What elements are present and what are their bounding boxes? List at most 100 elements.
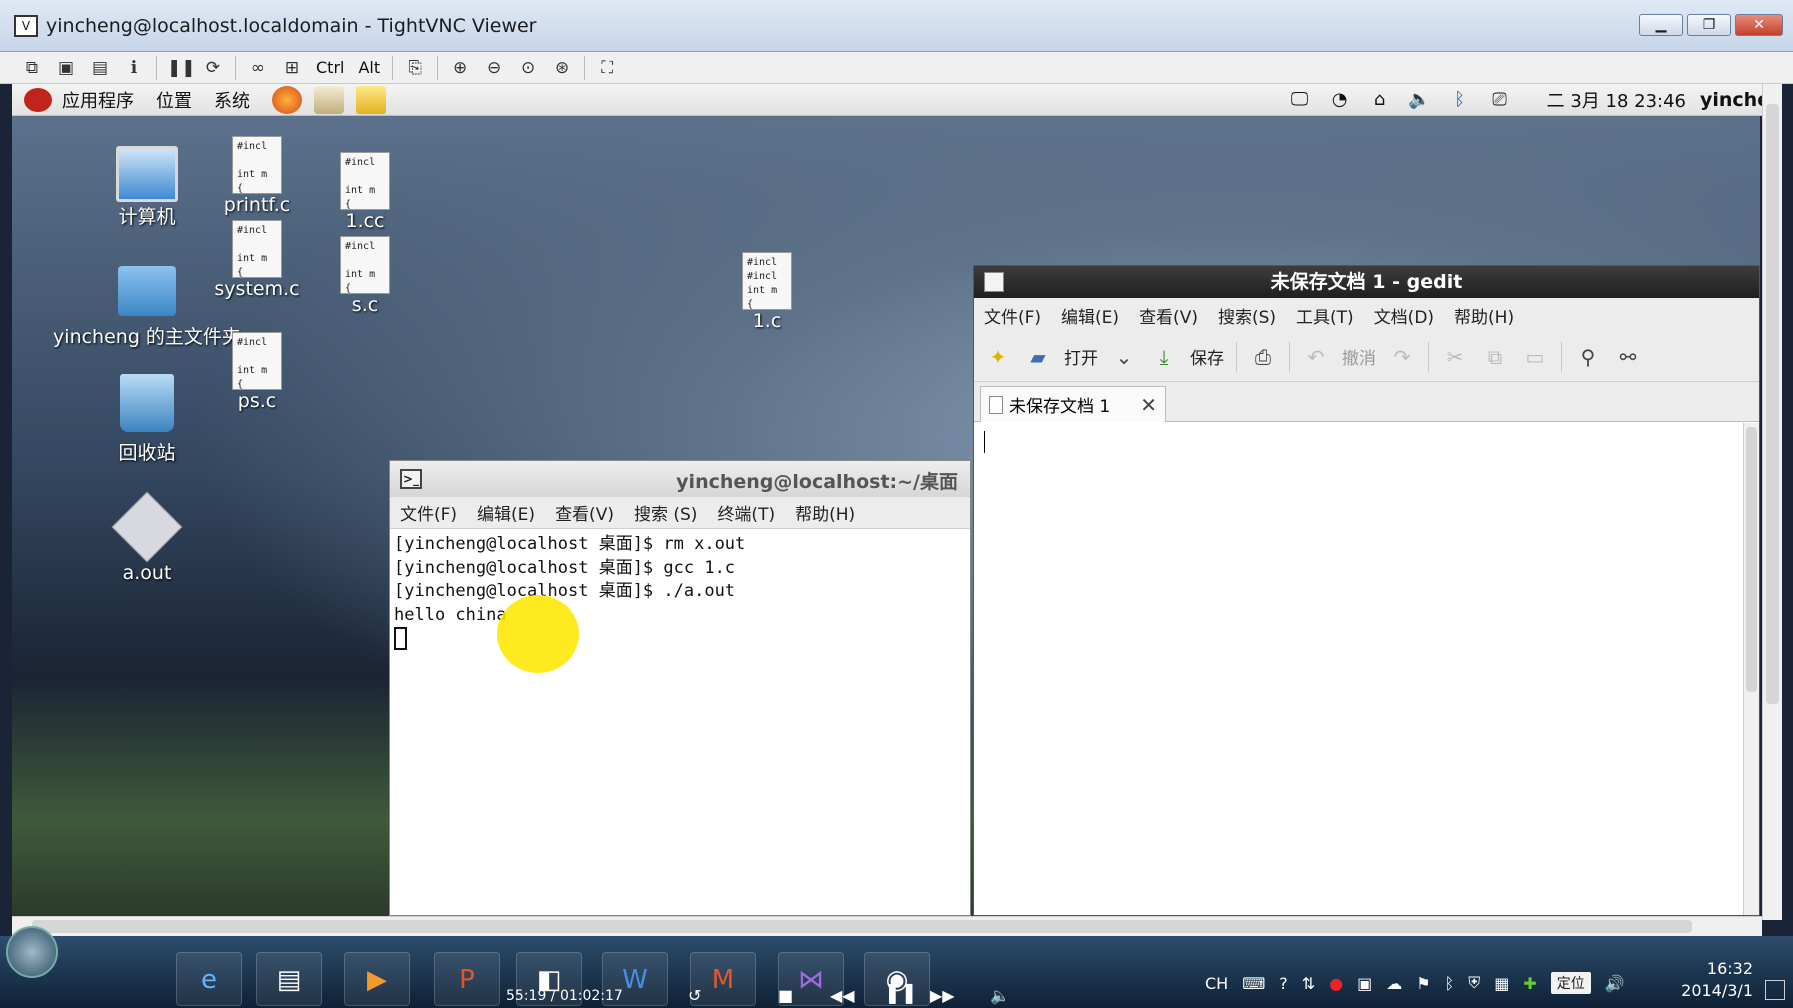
maximize-button[interactable]: ❐: [1687, 14, 1731, 36]
monitor-icon[interactable]: 🖵: [1287, 88, 1313, 112]
terminal-menu-help[interactable]: 帮助(H): [795, 500, 855, 525]
gedit-menu-help[interactable]: 帮助(H): [1454, 303, 1514, 328]
cut-icon[interactable]: ✂: [1441, 343, 1469, 371]
open-button[interactable]: 打开: [1064, 344, 1098, 369]
terminal-menu-search[interactable]: 搜索 (S): [634, 500, 697, 525]
gedit-menu-edit[interactable]: 编辑(E): [1061, 303, 1119, 328]
stop-icon[interactable]: ■: [778, 986, 793, 1005]
gedit-title-bar[interactable]: 未保存文档 1 - gedit: [974, 266, 1759, 298]
vm-icon[interactable]: ▦: [1494, 974, 1509, 993]
speaker-icon[interactable]: 🔊: [1605, 974, 1625, 993]
help-icon[interactable]: ?: [1279, 974, 1288, 993]
start-button[interactable]: [6, 926, 58, 978]
undo-button[interactable]: 撤消: [1342, 344, 1376, 369]
save-icon[interactable]: ▣: [54, 56, 78, 80]
shield-icon[interactable]: ⛨: [1468, 973, 1480, 993]
pause-icon[interactable]: ❚❚: [884, 980, 918, 1004]
notes-icon[interactable]: [356, 85, 386, 114]
desktop-icon-1cc[interactable]: #incl int m { 1.cc: [310, 152, 420, 232]
gedit-menu-documents[interactable]: 文档(D): [1374, 303, 1434, 328]
desktop-icon-aout[interactable]: a.out: [92, 491, 202, 584]
chevron-down-icon[interactable]: ⌄: [1110, 343, 1138, 371]
clipboard-icon[interactable]: ⎘: [403, 56, 427, 80]
cloud-icon[interactable]: ☁: [1386, 974, 1402, 993]
mail-icon[interactable]: [314, 85, 344, 114]
media-player-icon[interactable]: ▶: [344, 952, 410, 1006]
gedit-menu-tools[interactable]: 工具(T): [1296, 303, 1354, 328]
zoom-in-icon[interactable]: ⊕: [448, 56, 472, 80]
fast-forward-icon[interactable]: ▶▶: [930, 986, 955, 1005]
power-icon[interactable]: ◔: [1327, 88, 1353, 112]
terminal-output[interactable]: [yincheng@localhost 桌面]$ rm x.out [yinche…: [390, 529, 970, 655]
gedit-menu-file[interactable]: 文件(F): [984, 303, 1041, 328]
taskbar-clock[interactable]: 16:32 2014/3/1: [1653, 958, 1753, 1002]
save-icon[interactable]: ⤓: [1150, 343, 1178, 371]
vnc-vertical-scrollbar[interactable]: [1762, 84, 1782, 920]
scrollbar-thumb[interactable]: [1746, 427, 1757, 692]
desktop-icon-ps[interactable]: #incl int m { ps.c: [202, 332, 312, 412]
scrollbar-thumb[interactable]: [32, 920, 1692, 933]
terminal-menu-edit[interactable]: 编辑(E): [477, 500, 535, 525]
desktop-icon-sc[interactable]: #incl int m { s.c: [310, 236, 420, 316]
location-button[interactable]: 定位: [1550, 972, 1591, 994]
system-menu[interactable]: 系统: [214, 87, 250, 113]
terminal-menu-file[interactable]: 文件(F): [400, 500, 457, 525]
desktop-icon-1c[interactable]: #incl #incl int m { 1.c: [712, 252, 822, 332]
explorer-icon[interactable]: ▤: [256, 952, 322, 1006]
minimize-button[interactable]: ▁: [1639, 14, 1683, 36]
close-tab-icon[interactable]: ✕: [1140, 393, 1157, 417]
ctrl-key-button[interactable]: Ctrl: [314, 58, 346, 77]
info-icon[interactable]: ℹ: [122, 56, 146, 80]
ime-indicator[interactable]: CH: [1205, 974, 1228, 993]
open-folder-icon[interactable]: ▰: [1024, 343, 1052, 371]
bluetooth-icon[interactable]: ᛒ: [1447, 88, 1473, 112]
terminal-title-bar[interactable]: >_ yincheng@localhost:~/桌面: [390, 461, 970, 497]
terminal-menu-view[interactable]: 查看(V): [555, 500, 614, 525]
scrollbar-thumb[interactable]: [1766, 104, 1779, 704]
desktop-icon-printf[interactable]: #incl int m { printf.c: [202, 136, 312, 216]
tab-unsaved-document[interactable]: 未保存文档 1 ✕: [980, 386, 1166, 422]
panel-clock[interactable]: 二 3月 18 23:46: [1547, 87, 1686, 113]
new-document-icon[interactable]: ✦: [984, 343, 1012, 371]
options-icon[interactable]: ▤: [88, 56, 112, 80]
network-icon[interactable]: ⌂: [1367, 88, 1393, 112]
record-icon[interactable]: ●: [1329, 974, 1343, 993]
gedit-text-area[interactable]: [974, 423, 1743, 915]
keyboard-icon[interactable]: ⌨: [1242, 974, 1265, 993]
firefox-icon[interactable]: [272, 85, 302, 114]
replace-icon[interactable]: ⚯: [1614, 343, 1642, 371]
network-icon[interactable]: ⇅: [1302, 974, 1315, 993]
copy-icon[interactable]: ⧉: [1481, 343, 1509, 371]
refresh-icon[interactable]: ⟳: [201, 56, 225, 80]
pause-icon[interactable]: ❚❚: [167, 56, 196, 80]
show-desktop-button[interactable]: [1765, 980, 1785, 1000]
print-icon[interactable]: ⎙: [1249, 343, 1277, 371]
loop-icon[interactable]: ↺: [688, 986, 701, 1005]
fullscreen-icon[interactable]: ⛶: [595, 56, 619, 80]
volume-icon[interactable]: 🔈: [990, 986, 1010, 1005]
terminal-menu-terminal[interactable]: 终端(T): [717, 500, 775, 525]
app-tray-icon[interactable]: ▣: [1357, 974, 1372, 993]
zoom-out-icon[interactable]: ⊖: [482, 56, 506, 80]
gedit-menu-search[interactable]: 搜索(S): [1218, 303, 1276, 328]
volume-icon[interactable]: 🔈: [1407, 88, 1433, 112]
win-key-icon[interactable]: ⊞: [280, 56, 304, 80]
close-button[interactable]: ✕: [1735, 14, 1783, 36]
gedit-scrollbar[interactable]: [1743, 423, 1759, 915]
gedit-menu-view[interactable]: 查看(V): [1139, 303, 1198, 328]
ctrl-alt-del-icon[interactable]: ∞: [246, 56, 270, 80]
applications-menu[interactable]: 应用程序: [62, 87, 134, 113]
save-button[interactable]: 保存: [1190, 344, 1224, 369]
places-menu[interactable]: 位置: [156, 87, 192, 113]
undo-icon[interactable]: ↶: [1302, 343, 1330, 371]
desktop-icon-system[interactable]: #incl int m { system.c: [202, 220, 312, 300]
flag-icon[interactable]: ⚑: [1416, 974, 1430, 993]
panel-user[interactable]: yincheng: [1700, 89, 1770, 111]
redo-icon[interactable]: ↷: [1388, 343, 1416, 371]
bluetooth-icon[interactable]: ᛒ: [1445, 974, 1455, 993]
desktop-icon-trash[interactable]: 回收站: [92, 374, 202, 465]
alt-key-button[interactable]: Alt: [356, 58, 382, 77]
vnc-horizontal-scrollbar[interactable]: [12, 916, 1762, 936]
zoom-fit-icon[interactable]: ⊛: [550, 56, 574, 80]
zoom-100-icon[interactable]: ⊙: [516, 56, 540, 80]
